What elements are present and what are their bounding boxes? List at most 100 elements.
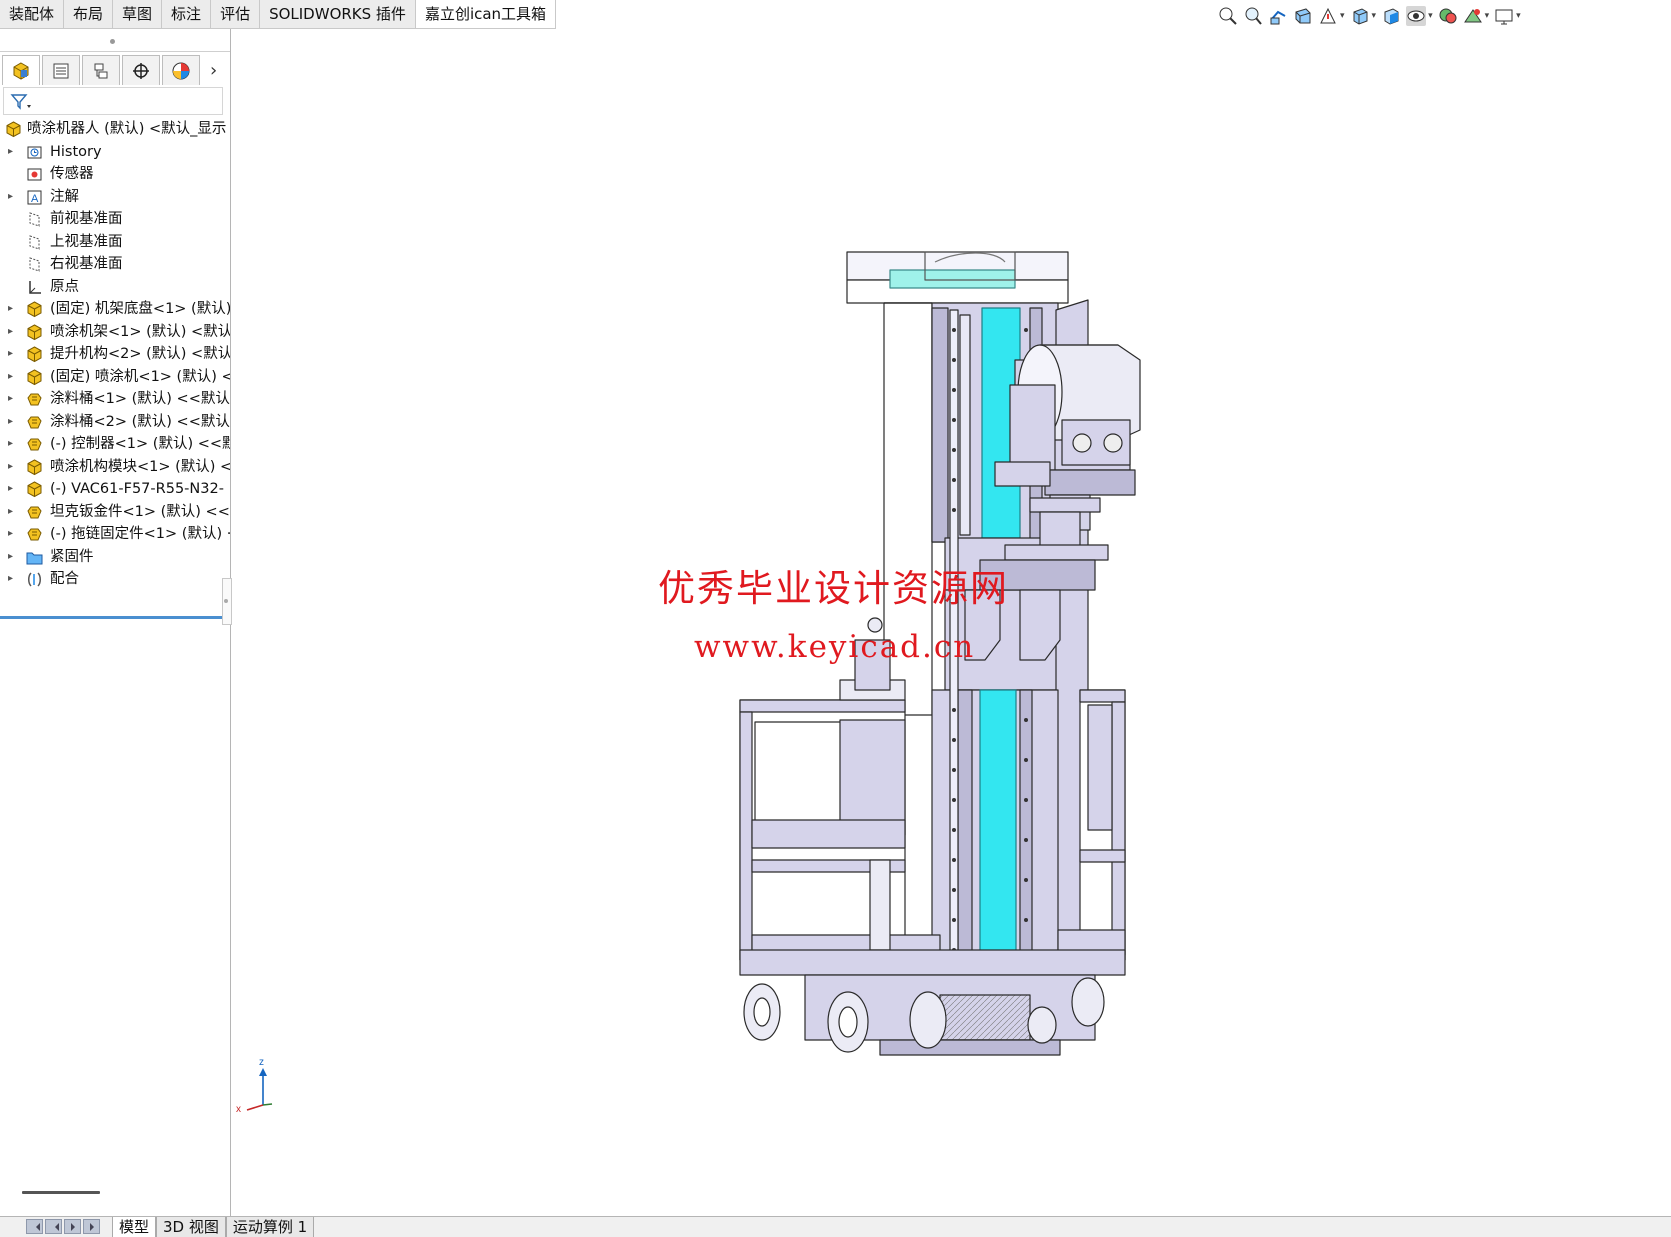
tab-feature-manager[interactable] xyxy=(2,55,40,85)
previous-view-icon[interactable] xyxy=(1268,6,1288,26)
zoom-area-icon[interactable] xyxy=(1243,6,1263,26)
tree-node-11[interactable]: ▸ 涂料桶<1> (默认) <<默认 xyxy=(0,387,230,411)
panel-horizontal-scrollbar[interactable] xyxy=(22,1191,100,1194)
assembly-icon xyxy=(5,121,22,138)
tree-node-5[interactable]: 右视基准面 xyxy=(0,252,230,276)
last-tab-arrow-icon[interactable] xyxy=(83,1219,100,1234)
expand-arrow-icon[interactable]: ▸ xyxy=(8,342,18,366)
prev-tab-arrow-icon[interactable] xyxy=(45,1219,62,1234)
tab-property-manager[interactable] xyxy=(42,55,80,85)
section-view-icon[interactable] xyxy=(1293,6,1313,26)
panel-grip-dot[interactable] xyxy=(110,39,115,44)
coordinate-triad xyxy=(246,1068,273,1111)
part-icon xyxy=(26,391,43,408)
command-manager-tabs: 装配体 布局 草图 标注 评估 SOLIDWORKS 插件 嘉立创ican工具箱 xyxy=(0,0,557,29)
sensor-icon xyxy=(26,166,43,183)
feature-manager-icon xyxy=(13,61,29,80)
view-orientation-icon[interactable] xyxy=(1350,6,1370,26)
tree-node-16[interactable]: ▸ 坦克钣金件<1> (默认) << xyxy=(0,500,230,524)
command-tab-6[interactable]: 嘉立创ican工具箱 xyxy=(415,0,557,28)
command-tab-0[interactable]: 装配体 xyxy=(0,0,65,28)
tree-node-10[interactable]: ▸ (固定) 喷涂机<1> (默认) < xyxy=(0,365,230,389)
expand-arrow-icon[interactable]: ▸ xyxy=(8,140,18,164)
command-tab-1[interactable]: 布局 xyxy=(64,0,114,28)
tree-node-6[interactable]: 原点 xyxy=(0,275,230,299)
tree-node-18[interactable]: ▸ 紧固件 xyxy=(0,545,230,569)
tree-node-12[interactable]: ▸ 涂料桶<2> (默认) <<默认 xyxy=(0,410,230,434)
command-tab-5[interactable]: SOLIDWORKS 插件 xyxy=(260,0,416,28)
tree-node-label: (-) VAC61-F57-R55-N32- xyxy=(50,481,224,497)
tree-root-assembly[interactable]: 喷涂机器人 (默认) <默认_显示 xyxy=(0,117,230,141)
dropdown-arrow-icon[interactable]: ▾ xyxy=(1516,11,1521,21)
expand-arrow-icon[interactable]: ▸ xyxy=(8,500,18,524)
first-tab-arrow-icon[interactable] xyxy=(26,1219,43,1234)
tree-node-label: History xyxy=(50,143,102,160)
zoom-to-fit-icon[interactable] xyxy=(1218,6,1238,26)
view-settings-icon[interactable] xyxy=(1494,6,1514,26)
rollback-bar[interactable] xyxy=(0,616,230,619)
tree-node-label: (固定) 机架底盘<1> (默认) xyxy=(50,301,230,317)
tree-node-3[interactable]: 前视基准面 xyxy=(0,207,230,231)
graphics-area[interactable]: z x 优秀毕业设计资源网 www.keyicad.cn xyxy=(231,29,1671,1216)
bottom-tab-2[interactable]: 运动算例 1 xyxy=(225,1217,315,1237)
tab-dimxpert-manager[interactable] xyxy=(122,55,160,85)
tree-node-1[interactable]: 传感器 xyxy=(0,162,230,186)
part-icon xyxy=(26,436,43,453)
edit-appearance-icon[interactable] xyxy=(1438,6,1458,26)
tree-node-19[interactable]: ▸ 配合 xyxy=(0,567,230,591)
expand-arrow-icon[interactable]: ▸ xyxy=(8,477,18,501)
filter-icon[interactable] xyxy=(10,93,32,111)
command-tab-2[interactable]: 草图 xyxy=(113,0,163,28)
watermark-url-text: www.keyicad.cn xyxy=(694,629,976,665)
tree-node-14[interactable]: ▸ 喷涂机构模块<1> (默认) < xyxy=(0,455,230,479)
tree-node-7[interactable]: ▸ (固定) 机架底盘<1> (默认) xyxy=(0,297,230,321)
tab-configuration-manager[interactable] xyxy=(82,55,120,85)
heads-up-view-toolbar: ▾ ▾ ▾ ▾ ▾ xyxy=(1218,4,1521,28)
assembly-icon xyxy=(26,346,43,363)
tree-node-0[interactable]: ▸ History xyxy=(0,140,230,164)
expand-arrow-icon[interactable]: ▸ xyxy=(8,410,18,434)
dropdown-arrow-icon[interactable]: ▾ xyxy=(1428,11,1433,21)
apply-scene-icon[interactable] xyxy=(1463,6,1483,26)
expand-arrow-icon[interactable]: ▸ xyxy=(8,545,18,569)
tree-node-label: 上视基准面 xyxy=(50,233,123,250)
dropdown-arrow-icon[interactable]: ▾ xyxy=(1485,11,1490,21)
tree-node-label: (固定) 喷涂机<1> (默认) < xyxy=(50,368,230,385)
tree-node-17[interactable]: ▸ (-) 拖链固定件<1> (默认) · xyxy=(0,522,230,546)
dynamic-annotation-icon[interactable] xyxy=(1318,6,1338,26)
tree-node-2[interactable]: ▸ A 注解 xyxy=(0,185,230,209)
tree-node-15[interactable]: ▸ (-) VAC61-F57-R55-N32- xyxy=(0,477,230,501)
annotation-icon: A xyxy=(26,189,43,206)
tree-node-4[interactable]: 上视基准面 xyxy=(0,230,230,254)
tree-node-13[interactable]: ▸ (-) 控制器<1> (默认) <<默 xyxy=(0,432,230,456)
tree-node-9[interactable]: ▸ 提升机构<2> (默认) <默认 xyxy=(0,342,230,366)
tree-node-8[interactable]: ▸ 喷涂机架<1> (默认) <默认 xyxy=(0,320,230,344)
dropdown-arrow-icon[interactable]: ▾ xyxy=(1340,11,1345,21)
bottom-tab-0[interactable]: 模型 xyxy=(112,1217,157,1237)
dropdown-arrow-icon[interactable]: ▾ xyxy=(1372,11,1377,21)
expand-arrow-icon[interactable]: ▸ xyxy=(8,522,18,546)
tree-filter-field[interactable] xyxy=(3,87,223,115)
command-tab-4[interactable]: 评估 xyxy=(211,0,261,28)
expand-arrow-icon[interactable]: ▸ xyxy=(8,387,18,411)
command-tab-3[interactable]: 标注 xyxy=(162,0,212,28)
tab-display-manager[interactable] xyxy=(162,55,200,85)
tree-node-label: 右视基准面 xyxy=(50,256,123,272)
bottom-tab-1[interactable]: 3D 视图 xyxy=(156,1217,226,1237)
part-icon xyxy=(26,414,43,431)
hide-show-items-icon[interactable] xyxy=(1406,6,1427,26)
next-tab-arrow-icon[interactable] xyxy=(64,1219,81,1234)
display-style-icon[interactable] xyxy=(1381,6,1401,26)
expand-arrow-icon[interactable]: ▸ xyxy=(8,432,18,456)
bottom-tab-bar: 模型 3D 视图 运动算例 1 xyxy=(0,1216,1671,1237)
model-viewport[interactable]: z x xyxy=(231,29,1671,1216)
expand-arrow-icon[interactable]: ▸ xyxy=(8,365,18,389)
more-tabs-chevron-icon[interactable]: › xyxy=(210,62,217,80)
cart-left xyxy=(739,679,941,961)
expand-arrow-icon[interactable]: ▸ xyxy=(8,185,18,209)
expand-arrow-icon[interactable]: ▸ xyxy=(8,320,18,344)
expand-arrow-icon[interactable]: ▸ xyxy=(8,297,18,321)
tree-node-label: 紧固件 xyxy=(50,548,94,565)
expand-arrow-icon[interactable]: ▸ xyxy=(8,567,18,591)
expand-arrow-icon[interactable]: ▸ xyxy=(8,455,18,479)
